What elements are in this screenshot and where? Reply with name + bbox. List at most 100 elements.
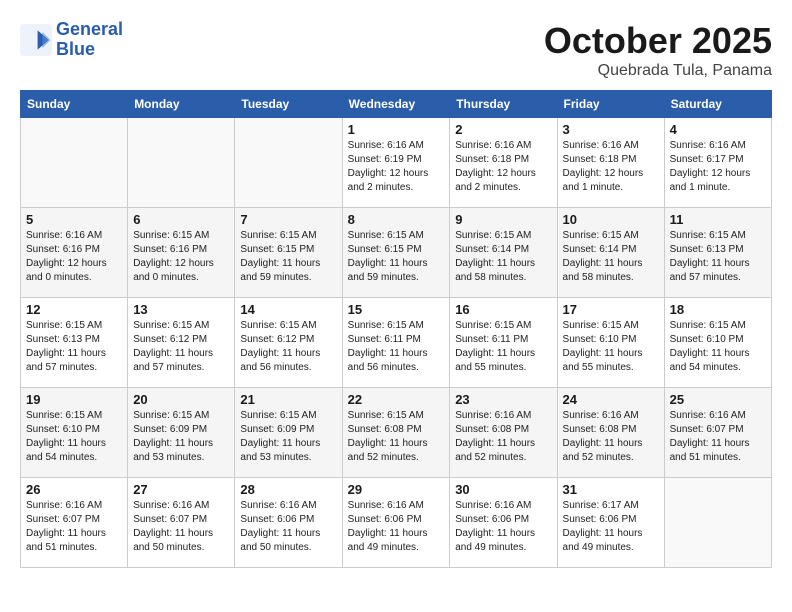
- calendar-week-2: 5 Sunrise: 6:16 AMSunset: 6:16 PMDaylight…: [21, 208, 772, 298]
- day-info: Sunrise: 6:16 AMSunset: 6:06 PMDaylight:…: [455, 499, 551, 555]
- calendar-cell: 21 Sunrise: 6:15 AMSunset: 6:09 PMDayligh…: [235, 388, 342, 478]
- day-info: Sunrise: 6:15 AMSunset: 6:10 PMDaylight:…: [563, 319, 659, 375]
- day-number: 2: [455, 122, 551, 137]
- day-info: Sunrise: 6:16 AMSunset: 6:08 PMDaylight:…: [455, 409, 551, 465]
- day-number: 12: [26, 302, 122, 317]
- logo-icon: [20, 24, 52, 56]
- logo-line2: Blue: [56, 39, 95, 59]
- day-info: Sunrise: 6:15 AMSunset: 6:11 PMDaylight:…: [455, 319, 551, 375]
- day-number: 25: [670, 392, 766, 407]
- day-info: Sunrise: 6:15 AMSunset: 6:15 PMDaylight:…: [348, 229, 445, 285]
- calendar-cell: 2 Sunrise: 6:16 AMSunset: 6:18 PMDaylight…: [450, 118, 557, 208]
- calendar-cell: 1 Sunrise: 6:16 AMSunset: 6:19 PMDaylight…: [342, 118, 450, 208]
- calendar-cell: 13 Sunrise: 6:15 AMSunset: 6:12 PMDayligh…: [128, 298, 235, 388]
- calendar-cell: 15 Sunrise: 6:15 AMSunset: 6:11 PMDayligh…: [342, 298, 450, 388]
- day-number: 4: [670, 122, 766, 137]
- day-info: Sunrise: 6:15 AMSunset: 6:12 PMDaylight:…: [133, 319, 229, 375]
- day-info: Sunrise: 6:15 AMSunset: 6:12 PMDaylight:…: [240, 319, 336, 375]
- day-info: Sunrise: 6:16 AMSunset: 6:16 PMDaylight:…: [26, 229, 122, 285]
- calendar-cell: 4 Sunrise: 6:16 AMSunset: 6:17 PMDaylight…: [664, 118, 771, 208]
- day-info: Sunrise: 6:15 AMSunset: 6:08 PMDaylight:…: [348, 409, 445, 465]
- calendar-body: 1 Sunrise: 6:16 AMSunset: 6:19 PMDaylight…: [21, 118, 772, 568]
- day-number: 18: [670, 302, 766, 317]
- day-number: 16: [455, 302, 551, 317]
- calendar-cell: 12 Sunrise: 6:15 AMSunset: 6:13 PMDayligh…: [21, 298, 128, 388]
- day-info: Sunrise: 6:16 AMSunset: 6:18 PMDaylight:…: [563, 139, 659, 195]
- day-number: 14: [240, 302, 336, 317]
- day-info: Sunrise: 6:16 AMSunset: 6:07 PMDaylight:…: [670, 409, 766, 465]
- day-info: Sunrise: 6:15 AMSunset: 6:10 PMDaylight:…: [670, 319, 766, 375]
- day-info: Sunrise: 6:16 AMSunset: 6:18 PMDaylight:…: [455, 139, 551, 195]
- location-subtitle: Quebrada Tula, Panama: [544, 62, 772, 80]
- day-number: 22: [348, 392, 445, 407]
- day-info: Sunrise: 6:15 AMSunset: 6:14 PMDaylight:…: [455, 229, 551, 285]
- day-number: 21: [240, 392, 336, 407]
- day-info: Sunrise: 6:15 AMSunset: 6:10 PMDaylight:…: [26, 409, 122, 465]
- day-number: 9: [455, 212, 551, 227]
- calendar-cell: [664, 478, 771, 568]
- day-number: 13: [133, 302, 229, 317]
- calendar-cell: 16 Sunrise: 6:15 AMSunset: 6:11 PMDayligh…: [450, 298, 557, 388]
- calendar-cell: 18 Sunrise: 6:15 AMSunset: 6:10 PMDayligh…: [664, 298, 771, 388]
- calendar-cell: 30Sunrise: 6:16 AMSunset: 6:06 PMDayligh…: [450, 478, 557, 568]
- calendar-cell: 8 Sunrise: 6:15 AMSunset: 6:15 PMDaylight…: [342, 208, 450, 298]
- calendar-header-row: SundayMondayTuesdayWednesdayThursdayFrid…: [21, 91, 772, 118]
- day-info: Sunrise: 6:15 AMSunset: 6:11 PMDaylight:…: [348, 319, 445, 375]
- day-info: Sunrise: 6:16 AMSunset: 6:08 PMDaylight:…: [563, 409, 659, 465]
- day-number: 28: [240, 482, 336, 497]
- calendar-cell: 23 Sunrise: 6:16 AMSunset: 6:08 PMDayligh…: [450, 388, 557, 478]
- day-number: 7: [240, 212, 336, 227]
- day-number: 1: [348, 122, 445, 137]
- day-info: Sunrise: 6:16 AMSunset: 6:07 PMDaylight:…: [26, 499, 122, 555]
- day-info: Sunrise: 6:17 AMSunset: 6:06 PMDaylight:…: [563, 499, 659, 555]
- logo: General Blue: [20, 20, 123, 60]
- calendar-cell: 5 Sunrise: 6:16 AMSunset: 6:16 PMDaylight…: [21, 208, 128, 298]
- calendar-cell: 28 Sunrise: 6:16 AMSunset: 6:06 PMDayligh…: [235, 478, 342, 568]
- calendar-cell: [21, 118, 128, 208]
- calendar-cell: 7Sunrise: 6:15 AMSunset: 6:15 PMDaylight…: [235, 208, 342, 298]
- day-info: Sunrise: 6:16 AMSunset: 6:06 PMDaylight:…: [240, 499, 336, 555]
- calendar-table: SundayMondayTuesdayWednesdayThursdayFrid…: [20, 90, 772, 568]
- day-number: 6: [133, 212, 229, 227]
- day-number: 8: [348, 212, 445, 227]
- calendar-cell: 14 Sunrise: 6:15 AMSunset: 6:12 PMDayligh…: [235, 298, 342, 388]
- calendar-cell: 29Sunrise: 6:16 AMSunset: 6:06 PMDayligh…: [342, 478, 450, 568]
- calendar-week-5: 26Sunrise: 6:16 AMSunset: 6:07 PMDayligh…: [21, 478, 772, 568]
- day-info: Sunrise: 6:16 AMSunset: 6:17 PMDaylight:…: [670, 139, 766, 195]
- day-number: 31: [563, 482, 659, 497]
- calendar-cell: 25 Sunrise: 6:16 AMSunset: 6:07 PMDayligh…: [664, 388, 771, 478]
- day-info: Sunrise: 6:15 AMSunset: 6:16 PMDaylight:…: [133, 229, 229, 285]
- calendar-cell: 17 Sunrise: 6:15 AMSunset: 6:10 PMDayligh…: [557, 298, 664, 388]
- weekday-header-tuesday: Tuesday: [235, 91, 342, 118]
- calendar-cell: 24Sunrise: 6:16 AMSunset: 6:08 PMDayligh…: [557, 388, 664, 478]
- day-number: 5: [26, 212, 122, 227]
- day-info: Sunrise: 6:16 AMSunset: 6:19 PMDaylight:…: [348, 139, 445, 195]
- day-number: 17: [563, 302, 659, 317]
- day-info: Sunrise: 6:15 AMSunset: 6:14 PMDaylight:…: [563, 229, 659, 285]
- day-info: Sunrise: 6:15 AMSunset: 6:13 PMDaylight:…: [26, 319, 122, 375]
- page-header: General Blue October 2025 Quebrada Tula,…: [20, 20, 772, 80]
- calendar-week-3: 12 Sunrise: 6:15 AMSunset: 6:13 PMDayligh…: [21, 298, 772, 388]
- day-number: 15: [348, 302, 445, 317]
- calendar-cell: 11 Sunrise: 6:15 AMSunset: 6:13 PMDayligh…: [664, 208, 771, 298]
- day-info: Sunrise: 6:16 AMSunset: 6:07 PMDaylight:…: [133, 499, 229, 555]
- weekday-header-sunday: Sunday: [21, 91, 128, 118]
- weekday-header-friday: Friday: [557, 91, 664, 118]
- calendar-cell: 9 Sunrise: 6:15 AMSunset: 6:14 PMDaylight…: [450, 208, 557, 298]
- calendar-week-4: 19Sunrise: 6:15 AMSunset: 6:10 PMDayligh…: [21, 388, 772, 478]
- day-number: 3: [563, 122, 659, 137]
- day-info: Sunrise: 6:15 AMSunset: 6:13 PMDaylight:…: [670, 229, 766, 285]
- day-number: 10: [563, 212, 659, 227]
- calendar-cell: 19Sunrise: 6:15 AMSunset: 6:10 PMDayligh…: [21, 388, 128, 478]
- logo-line1: General: [56, 19, 123, 39]
- month-title: October 2025: [544, 20, 772, 62]
- day-info: Sunrise: 6:15 AMSunset: 6:09 PMDaylight:…: [240, 409, 336, 465]
- weekday-header-thursday: Thursday: [450, 91, 557, 118]
- day-number: 23: [455, 392, 551, 407]
- calendar-cell: 3 Sunrise: 6:16 AMSunset: 6:18 PMDaylight…: [557, 118, 664, 208]
- day-info: Sunrise: 6:15 AMSunset: 6:09 PMDaylight:…: [133, 409, 229, 465]
- calendar-cell: 20Sunrise: 6:15 AMSunset: 6:09 PMDayligh…: [128, 388, 235, 478]
- day-number: 11: [670, 212, 766, 227]
- calendar-cell: 31 Sunrise: 6:17 AMSunset: 6:06 PMDayligh…: [557, 478, 664, 568]
- calendar-cell: 22 Sunrise: 6:15 AMSunset: 6:08 PMDayligh…: [342, 388, 450, 478]
